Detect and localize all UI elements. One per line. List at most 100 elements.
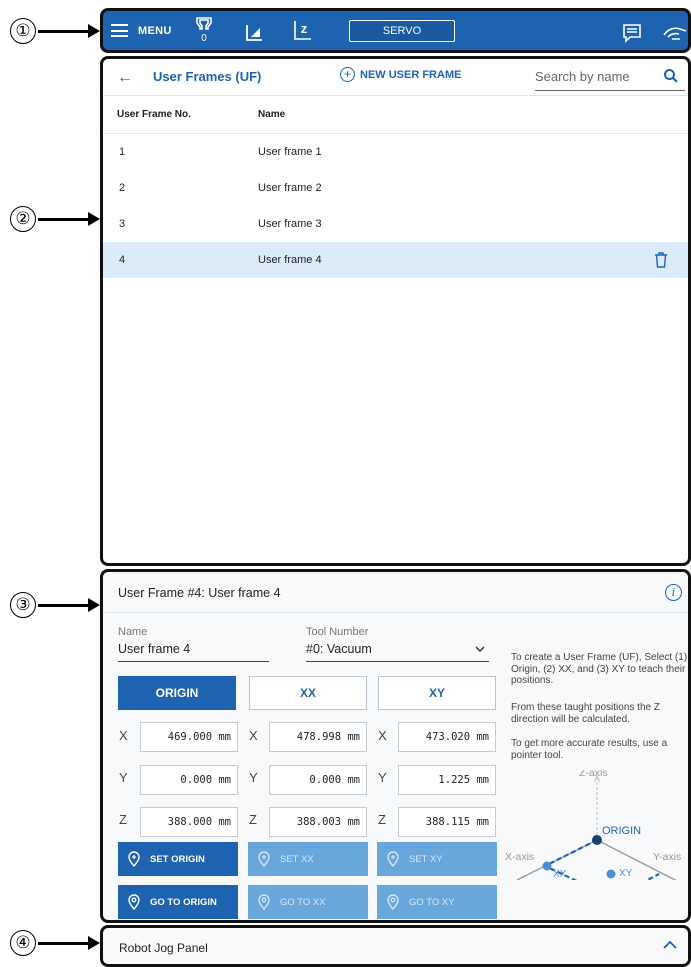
config-title: User Frame #4: User frame 4 bbox=[118, 586, 281, 600]
location-pin-icon bbox=[258, 894, 270, 910]
callout-number: ① bbox=[10, 18, 36, 44]
hamburger-icon bbox=[111, 24, 128, 37]
row-number: 3 bbox=[119, 218, 126, 230]
location-pin-icon bbox=[387, 894, 399, 910]
trash-icon[interactable] bbox=[654, 252, 668, 268]
pin-icon bbox=[258, 851, 270, 867]
xx-z-value[interactable]: 388.003 mm bbox=[269, 807, 367, 837]
row-name: User frame 4 bbox=[258, 254, 322, 266]
table-row[interactable]: 3 User frame 3 bbox=[103, 206, 688, 242]
go-to-xx-label: GO TO XX bbox=[280, 896, 326, 908]
xy-x-value[interactable]: 473.020 mm bbox=[398, 722, 496, 752]
column-header-name: Name bbox=[258, 109, 286, 120]
search-input[interactable] bbox=[535, 64, 655, 88]
back-arrow-icon[interactable]: ← bbox=[117, 69, 133, 87]
row-name: User frame 1 bbox=[258, 146, 322, 158]
robot-jog-panel[interactable]: Robot Jog Panel bbox=[100, 925, 691, 967]
search-icon[interactable] bbox=[663, 68, 679, 84]
callout-number: ③ bbox=[10, 592, 36, 618]
chevron-up-icon[interactable] bbox=[662, 940, 678, 950]
callout-3: ③ bbox=[10, 592, 100, 618]
jog-panel-title: Robot Jog Panel bbox=[119, 941, 208, 955]
tab-xx[interactable]: XX bbox=[249, 676, 367, 710]
table-row[interactable]: 1 User frame 1 bbox=[103, 134, 688, 170]
go-to-origin-label: GO TO ORIGIN bbox=[150, 896, 217, 908]
callout-number: ④ bbox=[10, 930, 36, 956]
callout-2: ② bbox=[10, 206, 100, 232]
origin-z-value[interactable]: 388.000 mm bbox=[140, 807, 238, 837]
axis-z-label: Z bbox=[249, 812, 257, 827]
xy-z-value[interactable]: 388.115 mm bbox=[398, 807, 496, 837]
tool-number-select[interactable]: #0: Vacuum bbox=[306, 642, 372, 656]
teach-hand-button[interactable] bbox=[661, 21, 688, 45]
set-xx-label: SET XX bbox=[280, 853, 314, 865]
go-to-xx-button[interactable]: GO TO XX bbox=[248, 885, 368, 919]
list-header: ← User Frames (UF) + NEW USER FRAME bbox=[103, 59, 688, 96]
callout-arrow bbox=[38, 935, 100, 950]
axis-z-label: Z bbox=[119, 812, 127, 827]
new-user-frame-button[interactable]: + NEW USER FRAME bbox=[340, 67, 461, 82]
divider bbox=[103, 612, 688, 613]
set-xy-label: SET XY bbox=[409, 853, 443, 865]
origin-x-value[interactable]: 469.000 mm bbox=[140, 722, 238, 752]
callout-1: ① bbox=[10, 18, 100, 44]
set-origin-label: SET ORIGIN bbox=[150, 853, 205, 865]
go-to-xy-button[interactable]: GO TO XY bbox=[377, 885, 497, 919]
axis-x-label: X bbox=[378, 728, 387, 743]
table-row[interactable]: 2 User frame 2 bbox=[103, 170, 688, 206]
help-text-1: To create a User Frame (UF), Select (1) … bbox=[511, 652, 688, 686]
messages-button[interactable] bbox=[621, 21, 643, 45]
table-row-selected[interactable]: 4 User frame 4 bbox=[103, 242, 688, 278]
top-toolbar: MENU 0 z SERVO bbox=[100, 8, 691, 53]
row-number: 2 bbox=[119, 182, 126, 194]
user-frame-diagram: Z-axis X-axis Y-axis ORIGIN XX XY bbox=[505, 770, 681, 880]
message-icon bbox=[623, 24, 641, 43]
xx-x-value[interactable]: 478.998 mm bbox=[269, 722, 367, 752]
tab-origin[interactable]: ORIGIN bbox=[118, 676, 236, 710]
xy-label: XY bbox=[619, 868, 633, 879]
gripper-icon: 0 bbox=[196, 17, 212, 43]
pin-icon bbox=[128, 851, 140, 867]
gripper-tool-button[interactable]: 0 bbox=[193, 17, 215, 43]
search-field bbox=[535, 64, 685, 91]
callout-4: ④ bbox=[10, 930, 100, 956]
menu-button[interactable]: MENU bbox=[111, 24, 172, 37]
menu-label: MENU bbox=[138, 24, 172, 37]
xx-y-value[interactable]: 0.000 mm bbox=[269, 765, 367, 795]
chevron-down-icon[interactable] bbox=[475, 646, 485, 653]
name-underline bbox=[118, 661, 269, 662]
help-text-3: To get more accurate results, use a poin… bbox=[511, 738, 668, 761]
servo-button[interactable]: SERVO bbox=[349, 20, 455, 42]
axis-x-label: X bbox=[249, 728, 258, 743]
set-xy-button[interactable]: SET XY bbox=[377, 842, 497, 876]
xx-label: XX bbox=[553, 869, 567, 880]
axis-z-label: Z bbox=[378, 812, 386, 827]
set-origin-button[interactable]: SET ORIGIN bbox=[118, 842, 238, 876]
go-to-origin-button[interactable]: GO TO ORIGIN bbox=[118, 885, 238, 919]
tab-xy[interactable]: XY bbox=[378, 676, 496, 710]
column-header-number: User Frame No. bbox=[117, 109, 191, 120]
frame-l-icon bbox=[246, 25, 262, 41]
origin-y-value[interactable]: 0.000 mm bbox=[140, 765, 238, 795]
callout-arrow bbox=[38, 23, 100, 38]
row-name: User frame 2 bbox=[258, 182, 322, 194]
frame-z-button[interactable]: z bbox=[291, 19, 313, 43]
xx-point bbox=[542, 861, 552, 871]
info-icon[interactable]: i bbox=[665, 584, 682, 601]
svg-text:z: z bbox=[301, 21, 308, 36]
teach-hand-icon bbox=[663, 27, 687, 40]
user-frames-panel: ← User Frames (UF) + NEW USER FRAME User… bbox=[100, 56, 691, 566]
name-field[interactable]: User frame 4 bbox=[118, 642, 190, 656]
tool-underline bbox=[306, 661, 489, 662]
user-frame-config-panel: User Frame #4: User frame 4 i Name User … bbox=[100, 569, 691, 923]
xy-y-value[interactable]: 1.225 mm bbox=[398, 765, 496, 795]
callout-number: ② bbox=[10, 206, 36, 232]
new-user-frame-label: NEW USER FRAME bbox=[360, 68, 462, 81]
y-axis-label: Y-axis bbox=[653, 851, 681, 863]
origin-label: ORIGIN bbox=[602, 825, 641, 837]
x-axis-label: X-axis bbox=[505, 851, 534, 863]
axis-y-label: Y bbox=[249, 770, 258, 785]
frame-l-button[interactable] bbox=[243, 21, 265, 45]
axis-y-label: Y bbox=[119, 770, 128, 785]
set-xx-button[interactable]: SET XX bbox=[248, 842, 368, 876]
